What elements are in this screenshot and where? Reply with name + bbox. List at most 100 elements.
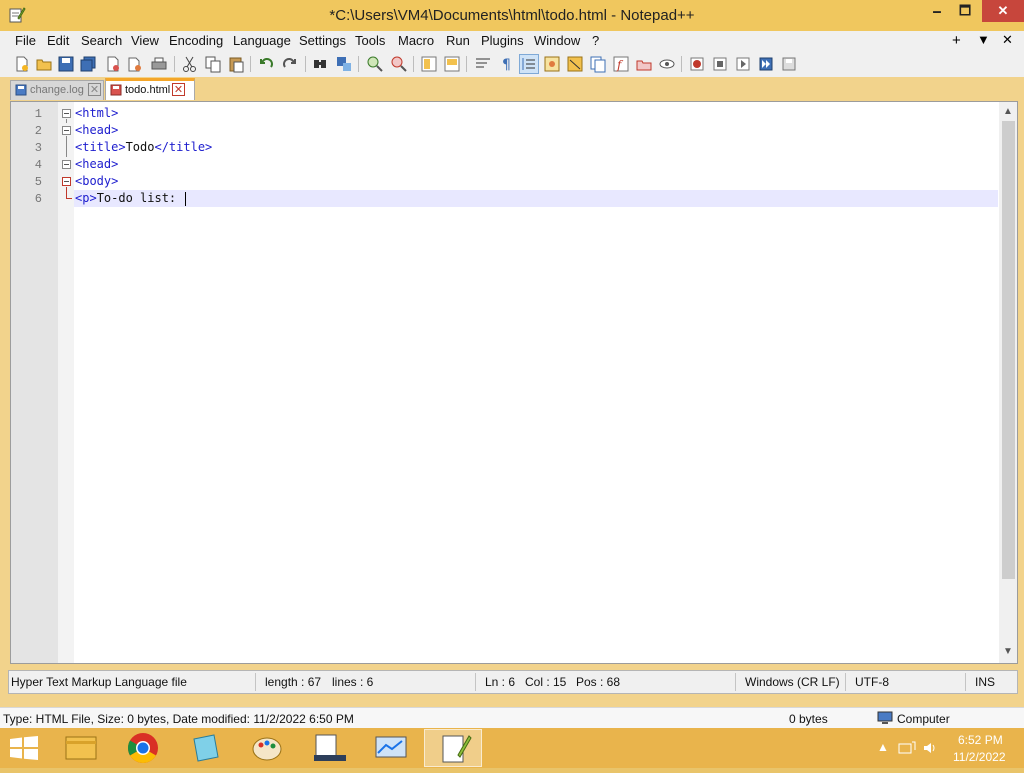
network-icon[interactable] — [898, 740, 916, 756]
status-insert-mode[interactable]: INS — [975, 675, 995, 689]
run-macro-multiple-icon[interactable] — [757, 55, 775, 73]
minimize-button[interactable]: 🗕 — [926, 0, 948, 22]
zoom-out-icon[interactable] — [390, 55, 408, 73]
tab-close-icon[interactable]: ✕ — [88, 83, 101, 96]
menu-search[interactable]: Search — [81, 33, 122, 48]
fold-toggle-icon[interactable] — [62, 160, 71, 169]
fold-margin — [58, 102, 74, 663]
notepad-plus-plus-icon[interactable] — [424, 729, 482, 767]
status-separator — [735, 673, 736, 691]
toolbar-separator — [174, 56, 175, 72]
windows-start-icon[interactable] — [8, 736, 40, 760]
maximize-button[interactable]: 🗖 — [954, 0, 976, 22]
replace-icon[interactable] — [335, 55, 353, 73]
user-defined-language-icon[interactable] — [543, 55, 561, 73]
save-all-icon[interactable] — [79, 55, 97, 73]
save-macro-icon[interactable] — [780, 55, 798, 73]
menu-run[interactable]: Run — [446, 33, 470, 48]
task-manager-icon[interactable] — [300, 729, 358, 767]
toolbar-separator — [250, 56, 251, 72]
stop-macro-icon[interactable] — [711, 55, 729, 73]
print-icon[interactable] — [150, 55, 168, 73]
menu-help[interactable]: ? — [592, 33, 599, 48]
code-line[interactable]: <body> — [75, 174, 118, 188]
menu-edit[interactable]: Edit — [47, 33, 69, 48]
show-hidden-icons-icon[interactable]: ▲ — [877, 740, 889, 754]
scrollbar-thumb[interactable] — [1002, 121, 1015, 579]
menu-language[interactable]: Language — [233, 33, 291, 48]
sync-horizontal-icon[interactable] — [443, 55, 461, 73]
document-map-icon[interactable] — [566, 55, 584, 73]
code-line[interactable]: <head> — [75, 157, 118, 171]
show-all-chars-icon[interactable]: ¶ — [498, 55, 516, 73]
tab-close-icon[interactable]: ✕ — [172, 83, 185, 96]
vertical-scrollbar[interactable]: ▲ ▼ — [999, 102, 1017, 663]
code-line[interactable]: <p>To-do list: — [75, 191, 176, 205]
paint-icon[interactable] — [238, 729, 296, 767]
editor-pane[interactable]: 1 2 3 4 5 6 <html> <head> <title>Todo</t… — [10, 101, 1018, 664]
open-file-icon[interactable] — [35, 55, 53, 73]
code-line[interactable]: <head> — [75, 123, 118, 137]
status-encoding[interactable]: UTF-8 — [855, 675, 889, 689]
undo-icon[interactable] — [257, 55, 275, 73]
document-list-icon[interactable] — [589, 55, 607, 73]
find-icon[interactable] — [311, 55, 329, 73]
word-wrap-icon[interactable] — [474, 55, 492, 73]
indent-guide-icon[interactable] — [519, 54, 539, 74]
line-number: 1 — [34, 107, 42, 121]
tag-token: <body> — [75, 174, 119, 188]
new-file-icon[interactable] — [13, 55, 31, 73]
chrome-icon[interactable] — [114, 729, 172, 767]
tab-list-dropdown-icon[interactable]: ▼ — [977, 32, 990, 47]
file-saved-icon — [15, 84, 27, 96]
close-button[interactable]: ✕ — [982, 0, 1024, 22]
status-eol-format[interactable]: Windows (CR LF) — [745, 675, 840, 689]
sync-vertical-icon[interactable] — [420, 55, 438, 73]
record-macro-icon[interactable] — [688, 55, 706, 73]
paste-icon[interactable] — [227, 55, 245, 73]
redo-icon[interactable] — [281, 55, 299, 73]
clock-time[interactable]: 6:52 PM — [958, 733, 1003, 747]
monitoring-icon[interactable] — [658, 55, 676, 73]
volume-icon[interactable] — [922, 740, 938, 756]
new-tab-plus-icon[interactable]: + — [952, 32, 961, 49]
folder-as-workspace-icon[interactable] — [635, 55, 653, 73]
fold-toggle-icon[interactable] — [62, 177, 71, 186]
menu-window[interactable]: Window — [534, 33, 580, 48]
play-macro-icon[interactable] — [734, 55, 752, 73]
scroll-up-arrow-icon[interactable]: ▲ — [1003, 106, 1013, 117]
system-monitor-icon[interactable] — [362, 729, 420, 767]
title-bar[interactable]: *C:\Users\VM4\Documents\html\todo.html -… — [0, 0, 1024, 31]
save-icon[interactable] — [57, 55, 75, 73]
tab-change-log[interactable]: change.log ✕ — [10, 80, 104, 100]
menu-plugins[interactable]: Plugins — [481, 33, 524, 48]
code-line[interactable]: <title>Todo</title> — [75, 140, 212, 154]
tag-token: <head> — [75, 157, 119, 171]
cut-icon[interactable] — [181, 55, 199, 73]
menu-file[interactable]: File — [15, 33, 36, 48]
menu-encoding[interactable]: Encoding — [169, 33, 223, 48]
close-all-icon[interactable] — [126, 55, 144, 73]
file-explorer-icon[interactable] — [52, 729, 110, 767]
menu-macro[interactable]: Macro — [398, 33, 434, 48]
copy-icon[interactable] — [204, 55, 222, 73]
status-lines: lines : 6 — [332, 675, 374, 689]
function-list-icon[interactable]: f — [612, 55, 630, 73]
notepad-icon[interactable] — [176, 729, 234, 767]
fold-toggle-icon[interactable] — [62, 126, 71, 135]
line-number: 4 — [34, 158, 42, 172]
menu-tools[interactable]: Tools — [355, 33, 385, 48]
clock-date[interactable]: 11/2/2022 — [953, 750, 1006, 764]
status-separator — [965, 673, 966, 691]
code-line[interactable]: <html> — [75, 106, 118, 120]
menu-settings[interactable]: Settings — [299, 33, 346, 48]
scroll-down-arrow-icon[interactable]: ▼ — [1003, 646, 1013, 657]
menu-view[interactable]: View — [131, 33, 159, 48]
zoom-in-icon[interactable] — [366, 55, 384, 73]
close-document-icon[interactable]: ✕ — [1002, 32, 1013, 48]
toolbar: ¶ f — [0, 51, 1024, 77]
tab-todo-html[interactable]: todo.html ✕ — [105, 78, 195, 100]
file-details: Type: HTML File, Size: 0 bytes, Date mod… — [3, 712, 354, 726]
fold-toggle-icon[interactable] — [62, 109, 71, 118]
close-file-icon[interactable] — [104, 55, 122, 73]
